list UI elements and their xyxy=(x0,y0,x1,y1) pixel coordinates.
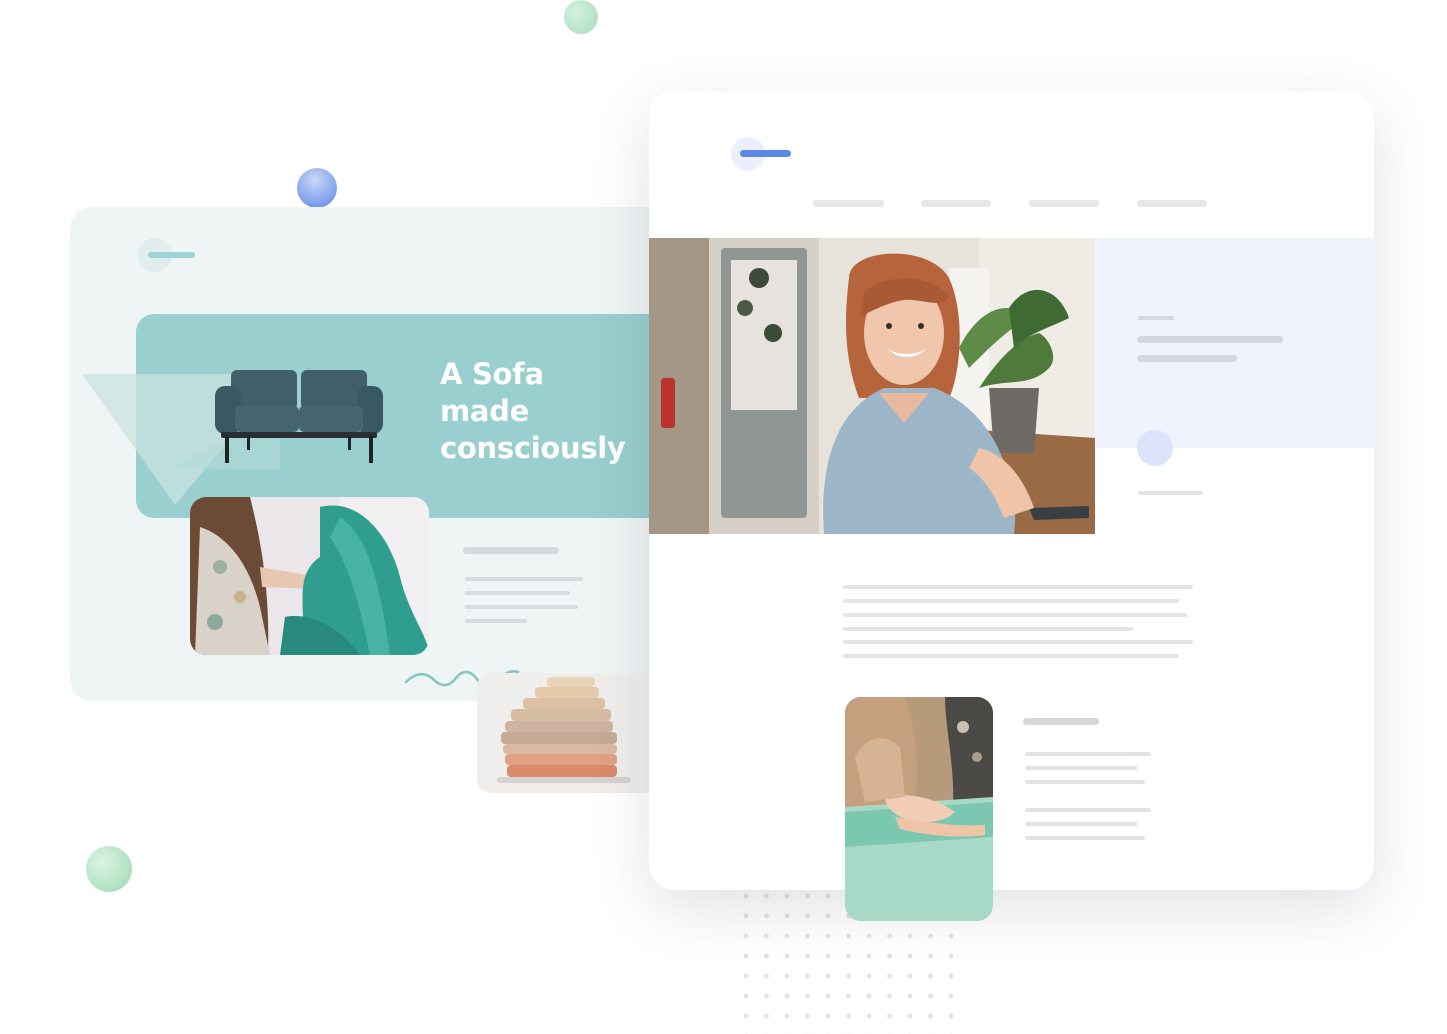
left-text-line xyxy=(465,591,570,595)
feature-heading xyxy=(1023,718,1099,725)
nav-item-2[interactable] xyxy=(921,200,991,207)
feature-text-line xyxy=(1025,836,1145,840)
feature-text-line xyxy=(1025,808,1151,812)
body-text-line xyxy=(843,599,1179,603)
decorative-green-dot-top xyxy=(564,0,598,34)
body-text-line xyxy=(843,585,1193,589)
fabric-person-photo xyxy=(190,497,429,655)
feature-text-line xyxy=(1025,752,1151,756)
panel-title-line xyxy=(1137,355,1237,362)
headline-line-2: made xyxy=(440,394,530,428)
left-text-line xyxy=(465,619,527,623)
feature-text-line xyxy=(1025,780,1145,784)
panel-title-line xyxy=(1137,336,1283,343)
nav-item-1[interactable] xyxy=(813,200,884,207)
left-text-heading xyxy=(463,547,559,554)
logo-bar xyxy=(740,150,791,157)
body-text-line xyxy=(843,654,1179,658)
feature-text-line xyxy=(1025,766,1137,770)
nav-item-3[interactable] xyxy=(1029,200,1099,207)
body-text-line xyxy=(843,627,1133,631)
sofa-illustration xyxy=(215,370,383,463)
panel-avatar xyxy=(1137,430,1173,466)
feature-text-line xyxy=(1025,822,1137,826)
left-text-line xyxy=(465,605,578,609)
body-text-line xyxy=(843,640,1193,644)
decorative-blue-dot xyxy=(297,168,337,208)
hands-fabric-photo xyxy=(845,697,993,921)
panel-eyebrow xyxy=(1138,316,1174,320)
headline-line-3: consciously xyxy=(440,431,626,465)
panel-caption xyxy=(1138,491,1203,495)
logo-bar xyxy=(148,252,195,258)
hero-side-panel xyxy=(1095,238,1374,448)
folded-linens-photo xyxy=(477,673,657,793)
hero-headline: A Sofa made consciously xyxy=(440,356,660,467)
nav-item-4[interactable] xyxy=(1137,200,1207,207)
body-text-line xyxy=(843,613,1187,617)
decorative-green-dot-bottom xyxy=(86,846,132,892)
left-text-line xyxy=(465,577,583,581)
smiling-woman-photo xyxy=(649,238,1095,534)
headline-line-1: A Sofa xyxy=(440,357,544,391)
